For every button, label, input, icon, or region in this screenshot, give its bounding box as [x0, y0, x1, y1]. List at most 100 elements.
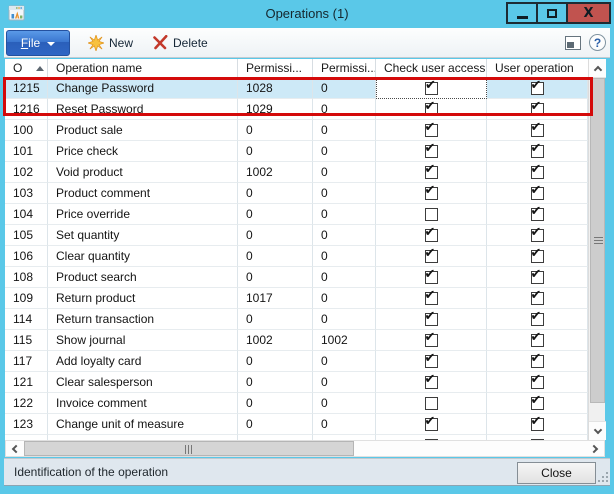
- cell-operation-id: 1215: [5, 78, 48, 99]
- table-row[interactable]: 108 Product search 0 0: [5, 267, 588, 288]
- table-row[interactable]: 103 Product comment 0 0: [5, 183, 588, 204]
- scroll-up-button[interactable]: [589, 59, 606, 78]
- sort-ascending-icon: [36, 66, 44, 71]
- close-button[interactable]: Close: [517, 462, 596, 484]
- user-operation-checkbox[interactable]: [487, 393, 588, 414]
- vertical-scrollbar-thumb[interactable]: [590, 78, 605, 403]
- cell-permission-2: 0: [313, 393, 376, 414]
- table-row[interactable]: 117 Add loyalty card 0 0: [5, 351, 588, 372]
- scroll-right-button[interactable]: [587, 441, 604, 456]
- scroll-down-button[interactable]: [589, 421, 606, 440]
- resize-grip[interactable]: [598, 472, 608, 482]
- new-button[interactable]: New: [82, 31, 139, 55]
- table-row[interactable]: 121 Clear salesperson 0 0: [5, 372, 588, 393]
- check-user-access-checkbox[interactable]: [376, 141, 487, 162]
- user-operation-checkbox[interactable]: [487, 204, 588, 225]
- user-operation-checkbox[interactable]: [487, 372, 588, 393]
- user-operation-checkbox[interactable]: [487, 267, 588, 288]
- table-row[interactable]: 1216 Reset Password 1029 0: [5, 99, 588, 120]
- cell-operation-id: 109: [5, 288, 48, 309]
- cell-operation-id: 103: [5, 183, 48, 204]
- table-row[interactable]: 104 Price override 0 0: [5, 204, 588, 225]
- user-operation-checkbox[interactable]: [487, 78, 588, 99]
- user-operation-checkbox[interactable]: [487, 309, 588, 330]
- user-operation-checkbox[interactable]: [487, 183, 588, 204]
- check-user-access-checkbox[interactable]: [376, 393, 487, 414]
- cell-operation-name: Clear salesperson: [48, 372, 238, 393]
- table-row[interactable]: 1215 Change Password 1028 0: [5, 78, 588, 99]
- check-user-access-checkbox[interactable]: [376, 78, 487, 99]
- table-row[interactable]: 101 Price check 0 0: [5, 141, 588, 162]
- check-user-access-checkbox[interactable]: [376, 330, 487, 351]
- table-row[interactable]: 115 Show journal 1002 1002: [5, 330, 588, 351]
- check-user-access-checkbox[interactable]: [376, 225, 487, 246]
- check-user-access-checkbox[interactable]: [376, 162, 487, 183]
- cell-operation-id: 104: [5, 204, 48, 225]
- table-row[interactable]: 109 Return product 1017 0: [5, 288, 588, 309]
- column-header-permission-2[interactable]: Permissi...: [313, 59, 376, 77]
- cell-permission-1: 0: [238, 141, 313, 162]
- cell-permission-1: 1017: [238, 288, 313, 309]
- check-user-access-checkbox[interactable]: [376, 372, 487, 393]
- column-header-user-operation[interactable]: User operation: [487, 59, 588, 77]
- file-menu-label: File: [21, 36, 40, 50]
- scrollbar-grip-icon: [185, 445, 193, 454]
- user-operation-checkbox[interactable]: [487, 246, 588, 267]
- cell-permission-1: 1002: [238, 162, 313, 183]
- cell-operation-id: 115: [5, 330, 48, 351]
- table-row[interactable]: 122 Invoice comment 0 0: [5, 393, 588, 414]
- cell-operation-id: 123: [5, 414, 48, 435]
- column-header-operation-name[interactable]: Operation name: [48, 59, 238, 77]
- user-operation-checkbox[interactable]: [487, 162, 588, 183]
- column-header-operation-id[interactable]: O: [5, 59, 48, 77]
- cell-permission-2: 0: [313, 372, 376, 393]
- table-row[interactable]: 106 Clear quantity 0 0: [5, 246, 588, 267]
- minimize-button[interactable]: [506, 2, 538, 24]
- user-operation-checkbox[interactable]: [487, 99, 588, 120]
- table-row[interactable]: 105 Set quantity 0 0: [5, 225, 588, 246]
- cell-operation-id: 101: [5, 141, 48, 162]
- table-row[interactable]: 114 Return transaction 0 0: [5, 309, 588, 330]
- vertical-scrollbar[interactable]: [588, 59, 605, 440]
- table-row[interactable]: 102 Void product 1002 0: [5, 162, 588, 183]
- check-user-access-checkbox[interactable]: [376, 204, 487, 225]
- check-user-access-checkbox[interactable]: [376, 99, 487, 120]
- cell-operation-id: 108: [5, 267, 48, 288]
- cell-permission-1: 0: [238, 372, 313, 393]
- help-icon[interactable]: ?: [589, 34, 606, 51]
- user-operation-checkbox[interactable]: [487, 330, 588, 351]
- layout-toggle-icon[interactable]: [565, 36, 581, 50]
- column-header-check-user-access[interactable]: Check user access: [376, 59, 487, 77]
- cell-permission-2: 0: [313, 141, 376, 162]
- cell-permission-1: 0: [238, 393, 313, 414]
- cell-permission-1: 0: [238, 120, 313, 141]
- check-user-access-checkbox[interactable]: [376, 414, 487, 435]
- user-operation-checkbox[interactable]: [487, 225, 588, 246]
- check-user-access-checkbox[interactable]: [376, 351, 487, 372]
- user-operation-checkbox[interactable]: [487, 288, 588, 309]
- check-user-access-checkbox[interactable]: [376, 309, 487, 330]
- scroll-left-button[interactable]: [6, 441, 23, 456]
- user-operation-checkbox[interactable]: [487, 414, 588, 435]
- check-user-access-checkbox[interactable]: [376, 183, 487, 204]
- close-window-button[interactable]: X: [566, 2, 611, 24]
- check-user-access-checkbox[interactable]: [376, 246, 487, 267]
- column-header-permission-1[interactable]: Permissi...: [238, 59, 313, 77]
- user-operation-checkbox[interactable]: [487, 120, 588, 141]
- horizontal-scrollbar-thumb[interactable]: [24, 441, 354, 456]
- maximize-button[interactable]: [536, 2, 568, 24]
- cell-operation-name: Return transaction: [48, 309, 238, 330]
- file-menu-button[interactable]: File: [6, 30, 70, 56]
- check-user-access-checkbox[interactable]: [376, 288, 487, 309]
- check-user-access-checkbox[interactable]: [376, 267, 487, 288]
- cell-operation-id: 121: [5, 372, 48, 393]
- delete-button[interactable]: Delete: [147, 31, 214, 54]
- user-operation-checkbox[interactable]: [487, 141, 588, 162]
- check-user-access-checkbox[interactable]: [376, 120, 487, 141]
- user-operation-checkbox[interactable]: [487, 351, 588, 372]
- maximize-icon: [547, 9, 557, 18]
- cell-operation-id: 114: [5, 309, 48, 330]
- table-row[interactable]: 123 Change unit of measure 0 0: [5, 414, 588, 435]
- table-row[interactable]: 100 Product sale 0 0: [5, 120, 588, 141]
- horizontal-scrollbar[interactable]: [5, 440, 605, 457]
